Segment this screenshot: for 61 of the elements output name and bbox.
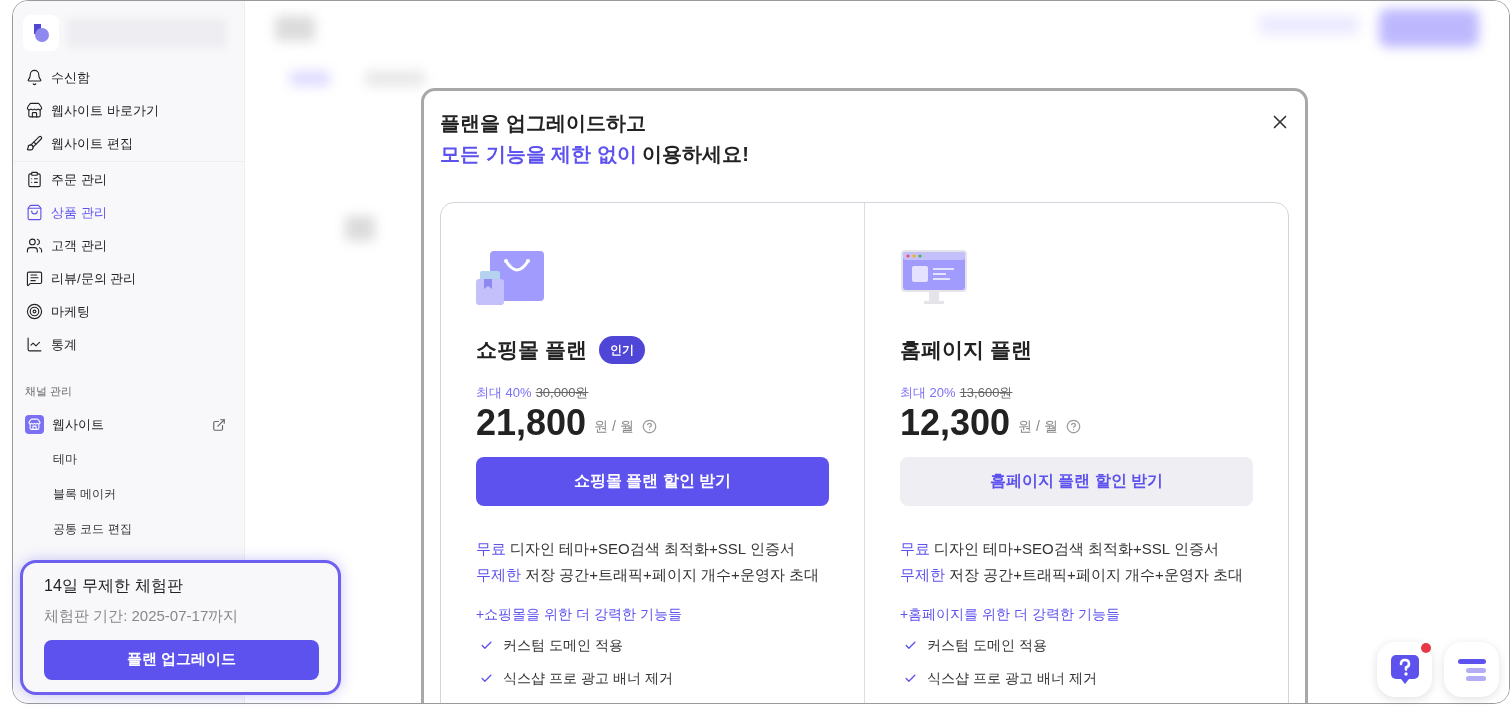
section-title: 채널 관리 (24, 384, 74, 399)
help-chat-icon (1390, 654, 1419, 685)
discount-label: 최대 20% (900, 384, 956, 402)
sidebar-item[interactable]: 고객 관리 (13, 229, 244, 262)
monitor-illustration-icon (900, 249, 968, 307)
discount-button[interactable]: 쇼핑몰 플랜 할인 받기 (476, 456, 829, 506)
feature-item: 식스샵 프로 광고 배너 제거 (503, 668, 673, 688)
popular-badge: 인기 (598, 336, 645, 364)
extra-features-title: +쇼핑몰을 위한 더 강력한 기능들 (476, 604, 683, 624)
target-icon (26, 303, 43, 320)
sidebar-subitem[interactable]: 테마 (13, 441, 244, 477)
bell-icon (26, 69, 43, 86)
sidebar-item[interactable]: 리뷰/문의 관리 (13, 262, 244, 295)
price-unit: 원 / 월 (594, 417, 634, 436)
modal-title: 플랜을 업그레이드하고 모든 기능을 제한 없이 이용하세요! (440, 111, 749, 167)
feature-item: 커스텀 도메인 적용 (503, 635, 623, 655)
original-price: 30,000원 (535, 384, 589, 402)
users-icon (26, 237, 43, 254)
sidebar-subitem[interactable]: 블록 메이커 (13, 476, 244, 512)
sidebar-item[interactable]: 통계 (13, 328, 244, 361)
plan-name: 쇼핑몰 플랜 (476, 337, 587, 364)
discount-button[interactable]: 홈페이지 플랜 할인 받기 (900, 456, 1253, 506)
brush-icon (26, 135, 43, 152)
sidebar-item[interactable]: 웹사이트 편집 (13, 127, 244, 160)
original-price: 13,600원 (959, 384, 1013, 402)
plan-price: 21,800 (476, 400, 587, 445)
store-icon (25, 415, 44, 434)
plan-price: 12,300 (900, 400, 1011, 445)
sidebar-subitem[interactable]: 공통 코드 편집 (13, 511, 244, 547)
external-link-icon[interactable] (212, 417, 226, 432)
help-icon[interactable] (641, 419, 657, 434)
store-icon (26, 102, 43, 119)
sidebar-item[interactable]: 주문 관리 (13, 163, 244, 196)
help-button[interactable] (1377, 642, 1432, 697)
message-icon (26, 270, 43, 287)
trial-title: 14일 무제한 체험판 (44, 576, 184, 596)
sidebar-item[interactable]: 웹사이트 바로가기 (13, 94, 244, 127)
shopping-bag-icon (26, 204, 43, 221)
line-chart-icon (26, 336, 43, 353)
feature-item: 커스텀 도메인 적용 (927, 635, 1047, 655)
shopping-bag-illustration-icon (476, 249, 546, 307)
feature-item: 식스샵 프로 광고 배너 제거 (927, 668, 1097, 688)
sidebar-item[interactable]: 수신함 (13, 61, 244, 94)
channel-label[interactable]: 웹사이트 (52, 414, 204, 435)
clipboard-icon (26, 171, 43, 188)
feature-text: 무제한 저장 공간+트래픽+페이지 개수+운영자 초대 (900, 564, 1244, 585)
menu-button[interactable] (1444, 642, 1499, 697)
sidebar-item[interactable]: 마케팅 (13, 295, 244, 328)
logo-icon (23, 15, 59, 51)
upgrade-button[interactable]: 플랜 업그레이드 (44, 639, 319, 680)
plan-name: 홈페이지 플랜 (900, 337, 1032, 364)
help-icon[interactable] (1065, 419, 1081, 434)
price-unit: 원 / 월 (1018, 417, 1058, 436)
trial-period: 체험판 기간: 2025-07-17까지 (44, 606, 240, 626)
extra-features-title: +홈페이지를 위한 더 강력한 기능들 (900, 604, 1121, 624)
feature-text: 무제한 저장 공간+트래픽+페이지 개수+운영자 초대 (476, 564, 820, 585)
sidebar-item[interactable]: 상품 관리 (13, 196, 244, 229)
feature-text: 무료 디자인 테마+SEO검색 최적화+SSL 인증서 (476, 538, 796, 559)
menu-icon (1457, 657, 1486, 682)
feature-text: 무료 디자인 테마+SEO검색 최적화+SSL 인증서 (900, 538, 1220, 559)
discount-label: 최대 40% (476, 384, 532, 402)
